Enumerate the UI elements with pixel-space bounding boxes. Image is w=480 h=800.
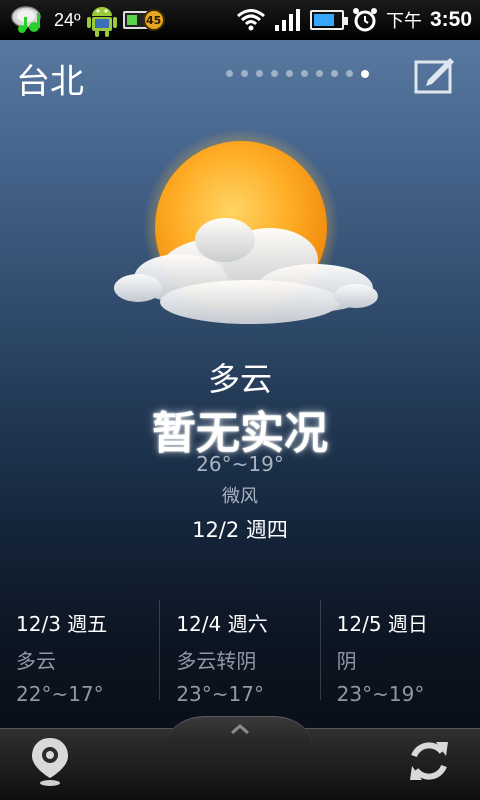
current-condition: 多云 — [207, 360, 272, 398]
wifi-icon — [237, 9, 265, 31]
weather-notification-icon — [11, 6, 41, 33]
status-temperature: 24º — [54, 9, 81, 30]
status-time: 3:50 — [429, 8, 472, 31]
page-dot — [256, 70, 263, 77]
status-bar: 24º 45 下午 3:50 — [0, 0, 480, 40]
page-dot-active — [361, 70, 369, 78]
android-icon — [86, 7, 117, 37]
forecast-condition: 多云转阴 — [176, 649, 257, 673]
city-name[interactable]: 台北 — [16, 54, 84, 103]
forecast-date: 12/4 週六 — [176, 612, 268, 636]
forecast-date: 12/3 週五 — [16, 612, 108, 636]
page-dot — [271, 70, 278, 77]
forecast-day[interactable]: 12/4 週六 多云转阴 23°~17° — [159, 600, 319, 706]
current-date: 12/2 週四 — [192, 518, 288, 542]
page-dot — [331, 70, 338, 77]
alarm-icon — [352, 8, 377, 32]
page-dot — [301, 70, 308, 77]
battery-level-icon — [309, 10, 348, 30]
forecast-condition: 多云 — [16, 649, 56, 673]
edit-icon[interactable] — [414, 54, 456, 94]
battery-badge: 45 — [142, 9, 165, 31]
forecast-condition: 阴 — [336, 649, 357, 673]
forecast-temp: 23°~17° — [176, 682, 264, 706]
current-temp-range: 26°~19° — [196, 452, 284, 476]
sun-behind-cloud-icon — [114, 130, 378, 325]
forecast-date: 12/5 週日 — [336, 612, 428, 636]
current-wind: 微风 — [222, 486, 258, 507]
signal-icon — [274, 9, 300, 31]
forecast-day[interactable]: 12/3 週五 多云 22°~17° — [0, 600, 159, 706]
chevron-up-icon[interactable] — [226, 720, 254, 738]
page-indicator — [226, 70, 369, 78]
status-ampm: 下午 — [385, 11, 422, 31]
page-dot — [286, 70, 293, 77]
forecast-list: 12/3 週五 多云 22°~17° 12/4 週六 多云转阴 23°~17° … — [0, 600, 480, 706]
refresh-icon[interactable] — [406, 738, 452, 784]
page-dot — [346, 70, 353, 77]
page-dot — [226, 70, 233, 77]
forecast-day[interactable]: 12/5 週日 阴 23°~19° — [319, 600, 480, 706]
page-dot — [241, 70, 248, 77]
location-pin-icon[interactable] — [28, 736, 72, 788]
forecast-temp: 23°~19° — [336, 682, 425, 706]
page-dot — [316, 70, 323, 77]
battery-icon: 45 — [122, 9, 165, 31]
forecast-temp: 22°~17° — [16, 682, 104, 706]
